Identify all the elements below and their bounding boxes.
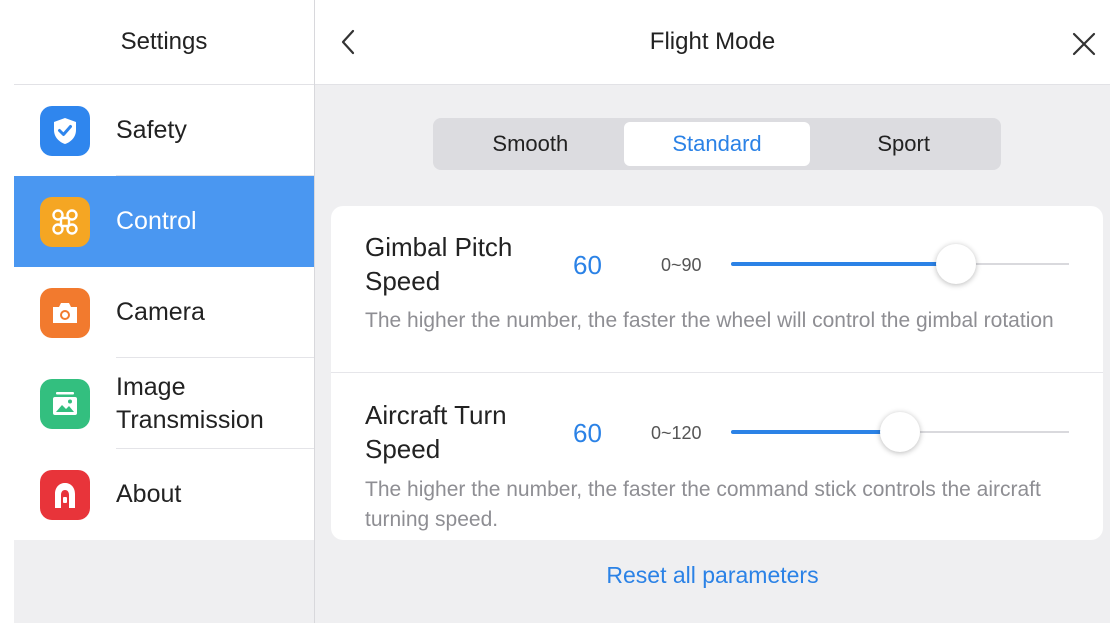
setting-description: The higher the number, the faster the wh…: [365, 309, 1054, 332]
mode-option-sport[interactable]: Sport: [810, 122, 997, 166]
panel-header: Flight Mode: [315, 0, 1110, 85]
sidebar-item-label: About: [116, 480, 182, 508]
sidebar-item-image-transmission[interactable]: Image Transmission: [14, 358, 314, 449]
sidebar-item-label: Camera: [116, 298, 205, 326]
drone-icon: [40, 196, 90, 247]
close-icon: [1072, 32, 1096, 56]
flight-mode-panel: Flight Mode Smooth Standard Sport Gimbal…: [315, 0, 1110, 623]
page-title: Flight Mode: [649, 28, 776, 55]
close-button[interactable]: [1072, 32, 1096, 56]
sidebar-item-about[interactable]: About: [14, 449, 314, 540]
chevron-left-icon: [341, 29, 355, 55]
setting-row-gimbal-pitch-speed: Gimbal Pitch Speed 60 0~90 The higher th…: [331, 206, 1103, 372]
sidebar-item-control[interactable]: Control: [14, 176, 314, 267]
sidebar-item-label: Image Transmission: [116, 372, 264, 434]
setting-title: Aircraft Turn Speed: [365, 400, 507, 464]
image-icon: [40, 378, 90, 429]
sidebar-item-label: Control: [116, 207, 197, 235]
back-button[interactable]: [335, 28, 363, 56]
sidebar-item-camera[interactable]: Camera: [14, 267, 314, 358]
setting-title: Gimbal Pitch Speed: [365, 232, 513, 296]
camera-icon: [40, 287, 90, 338]
setting-range: 0~90: [661, 255, 702, 275]
settings-card: Gimbal Pitch Speed 60 0~90 The higher th…: [331, 206, 1103, 540]
setting-value: 60: [573, 250, 602, 280]
sidebar-item-safety[interactable]: Safety: [14, 85, 314, 176]
sidebar-item-label: Safety: [116, 116, 187, 144]
sidebar-title: Settings: [14, 0, 314, 85]
flight-mode-selector: Smooth Standard Sport: [433, 118, 1001, 170]
sidebar-list: Safety Control Camera Image Transmission…: [14, 85, 314, 540]
reset-all-parameters-link[interactable]: Reset all parameters: [315, 562, 1110, 589]
gimbal-pitch-speed-slider[interactable]: [731, 244, 1069, 284]
setting-description: The higher the number, the faster the co…: [365, 478, 1041, 531]
brand-logo-icon: [40, 469, 90, 520]
mode-option-smooth[interactable]: Smooth: [437, 122, 624, 166]
setting-value: 60: [573, 418, 602, 448]
setting-row-aircraft-turn-speed: Aircraft Turn Speed 60 0~120 The higher …: [331, 373, 1103, 540]
mode-option-standard[interactable]: Standard: [623, 122, 811, 166]
setting-range: 0~120: [651, 423, 702, 443]
shield-check-icon: [40, 105, 90, 156]
slider-thumb[interactable]: [880, 412, 920, 452]
settings-sidebar: Settings Safety Control Camera Image Tra…: [14, 0, 314, 623]
aircraft-turn-speed-slider[interactable]: [731, 412, 1069, 452]
slider-thumb[interactable]: [936, 244, 976, 284]
